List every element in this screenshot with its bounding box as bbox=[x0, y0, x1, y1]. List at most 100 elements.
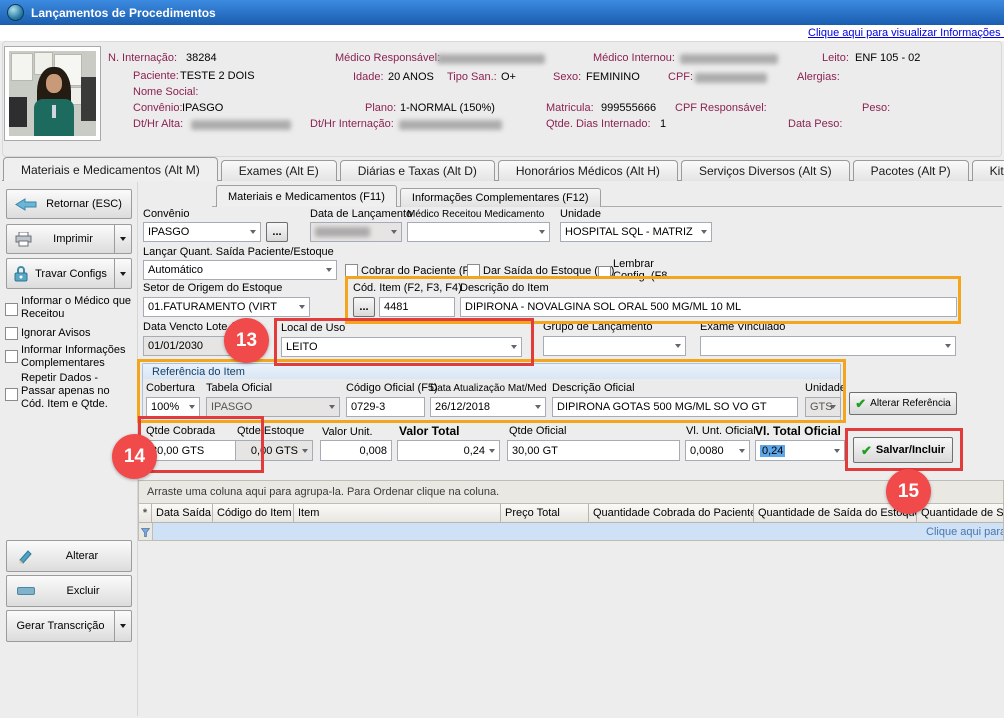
app-icon bbox=[7, 4, 24, 21]
tab-informacoes-f12[interactable]: Informações Complementares (F12) bbox=[400, 188, 601, 207]
chevron-down-icon bbox=[834, 449, 840, 453]
qtde-estoque-select[interactable]: 0,00 GTS bbox=[235, 440, 313, 461]
descricao-oficial-label: Descrição Oficial bbox=[552, 383, 635, 394]
idade-label: Idade: bbox=[353, 72, 384, 83]
gerar-transcricao-button[interactable]: Gerar Transcrição bbox=[6, 610, 132, 642]
retornar-button[interactable]: Retornar (ESC) bbox=[6, 189, 132, 219]
alterar-referencia-button[interactable]: ✔ Alterar Referência bbox=[849, 392, 957, 415]
chevron-down-icon bbox=[120, 272, 126, 276]
vl-unt-oficial-select[interactable]: 0,0080 bbox=[685, 440, 750, 461]
data-atualizacao-label: Data Atualização Mat/Med bbox=[430, 383, 547, 394]
cod-item-label: Cód. Item (F2, F3, F4) bbox=[353, 283, 462, 294]
cod-item-browse-button[interactable]: ... bbox=[353, 297, 375, 317]
data-atualizacao-select[interactable]: 26/12/2018 bbox=[430, 397, 546, 417]
tab-pacotes[interactable]: Pacotes (Alt P) bbox=[853, 160, 969, 181]
filter-funnel-cell[interactable] bbox=[139, 523, 153, 541]
tabela-oficial-select[interactable]: IPASGO bbox=[206, 397, 340, 417]
travar-configs-dropdown[interactable] bbox=[114, 259, 131, 288]
imprimir-button[interactable]: Imprimir bbox=[6, 224, 132, 254]
codigo-oficial-input[interactable]: 0729-3 bbox=[346, 397, 425, 417]
column-data-saida[interactable]: Data Saída bbox=[152, 504, 213, 523]
column-preco-total[interactable]: Preço Total bbox=[501, 504, 589, 523]
travar-configs-button[interactable]: Travar Configs bbox=[6, 258, 132, 289]
column-item[interactable]: Item bbox=[294, 504, 501, 523]
chevron-down-icon bbox=[945, 344, 951, 348]
local-uso-label: Local de Uso bbox=[281, 323, 345, 334]
data-lancamento-select[interactable] bbox=[310, 222, 402, 242]
repetir-dados-checkbox[interactable] bbox=[5, 388, 18, 401]
tipo-san-value: O+ bbox=[501, 72, 516, 83]
column-qtde-sa[interactable]: Quantidade de Sa bbox=[917, 504, 1003, 523]
column-codigo-item[interactable]: Código do Item bbox=[213, 504, 294, 523]
lancar-quant-select[interactable]: Automático bbox=[143, 260, 337, 280]
step-badge-13: 13 bbox=[224, 318, 269, 363]
lembrar-config-checkbox[interactable] bbox=[598, 266, 611, 279]
referencia-unidade-label: Unidade bbox=[805, 383, 846, 394]
nome-social-label: Nome Social: bbox=[133, 87, 198, 98]
tab-exames[interactable]: Exames (Alt E) bbox=[221, 160, 337, 181]
convenio-browse-button[interactable]: ... bbox=[266, 222, 288, 242]
salvar-incluir-button[interactable]: ✔ Salvar/Incluir bbox=[853, 437, 953, 463]
title-bar: Lançamentos de Procedimentos bbox=[0, 0, 1004, 25]
informar-info-label: Informar Informações Complementares bbox=[21, 344, 134, 370]
gerar-transcricao-dropdown[interactable] bbox=[114, 611, 131, 641]
exame-vinculado-select[interactable] bbox=[700, 336, 956, 356]
valor-unit-input[interactable]: 0,008 bbox=[320, 440, 392, 461]
tab-materiais-medicamentos[interactable]: Materiais e Medicamentos (Alt M) bbox=[3, 157, 218, 181]
chevron-down-icon bbox=[535, 405, 541, 409]
top-info-link[interactable]: Clique aqui para visualizar Informações … bbox=[808, 27, 1004, 39]
convenio-header-label: Convênio: bbox=[133, 103, 183, 114]
items-grid: Arraste uma coluna aqui para agrupa-la. … bbox=[138, 480, 1004, 541]
data-lancamento-label: Data de Lançamento bbox=[310, 209, 412, 220]
imprimir-label: Imprimir bbox=[32, 233, 114, 245]
grupo-lancamento-label: Grupo de Lançamento bbox=[543, 322, 652, 333]
referencia-unidade-select[interactable]: GTS bbox=[805, 397, 841, 417]
dar-saida-label: Dar Saída do Estoque (F7) bbox=[483, 266, 614, 277]
alterar-button[interactable]: Alterar bbox=[6, 540, 132, 572]
tab-servicos-diversos[interactable]: Serviços Diversos (Alt S) bbox=[681, 160, 850, 181]
chevron-down-icon bbox=[120, 237, 126, 241]
local-uso-select[interactable]: LEITO bbox=[281, 337, 522, 357]
peso-label: Peso: bbox=[862, 103, 890, 114]
column-qtde-cobrada-paciente[interactable]: Quantidade Cobrada do Paciente bbox=[589, 504, 754, 523]
grupo-lancamento-select[interactable] bbox=[543, 336, 686, 356]
qtde-estoque-label: Qtde Estoque bbox=[237, 426, 304, 437]
setor-origem-select[interactable]: 01.FATURAMENTO (VIRT bbox=[143, 297, 310, 317]
valor-unit-label: Valor Unit. bbox=[322, 427, 373, 438]
chevron-down-icon bbox=[739, 449, 745, 453]
grid-indicator-column: * bbox=[139, 504, 152, 523]
funnel-icon bbox=[141, 528, 150, 537]
unidade-select[interactable]: HOSPITAL SQL - MATRIZ bbox=[560, 222, 712, 242]
dar-saida-checkbox[interactable] bbox=[467, 264, 480, 277]
tab-diarias-taxas[interactable]: Diárias e Taxas (Alt D) bbox=[340, 160, 495, 181]
vl-total-oficial-select[interactable]: 0,24 bbox=[755, 440, 845, 461]
medico-receitou-select[interactable] bbox=[407, 222, 550, 242]
informar-medico-checkbox[interactable] bbox=[5, 303, 18, 316]
tab-kits[interactable]: Kits (Alt K) bbox=[972, 160, 1004, 181]
lancar-quant-label: Lançar Quant. Saída Paciente/Estoque bbox=[143, 247, 334, 258]
sexo-value: FEMININO bbox=[586, 72, 640, 83]
cobertura-select[interactable]: 100% bbox=[146, 397, 200, 417]
exame-vinculado-label: Exame Vinculado bbox=[700, 322, 785, 333]
main-tab-strip: Materiais e Medicamentos (Alt M) Exames … bbox=[3, 158, 1004, 181]
retornar-label: Retornar (ESC) bbox=[37, 198, 131, 210]
informar-info-checkbox[interactable] bbox=[5, 350, 18, 363]
qtde-oficial-label: Qtde Oficial bbox=[509, 426, 566, 437]
valor-total-select[interactable]: 0,24 bbox=[397, 440, 500, 461]
cobrar-paciente-checkbox[interactable] bbox=[345, 264, 358, 277]
cod-item-input[interactable]: 4481 bbox=[379, 297, 455, 317]
referencia-title-strip bbox=[143, 364, 840, 379]
step-badge-14: 14 bbox=[112, 434, 157, 479]
tab-materiais-f11[interactable]: Materiais e Medicamentos (F11) bbox=[216, 185, 397, 207]
descricao-item-input[interactable]: DIPIRONA - NOVALGINA SOL ORAL 500 MG/ML … bbox=[460, 297, 957, 317]
descricao-oficial-input[interactable]: DIPIRONA GOTAS 500 MG/ML SO VO GT bbox=[552, 397, 798, 417]
convenio-select[interactable]: IPASGO bbox=[143, 222, 261, 242]
ignorar-avisos-checkbox[interactable] bbox=[5, 327, 18, 340]
qtde-oficial-input[interactable]: 30,00 GT bbox=[507, 440, 680, 461]
leito-value: ENF 105 - 02 bbox=[855, 53, 920, 64]
imprimir-dropdown[interactable] bbox=[114, 225, 131, 253]
grid-filter-row[interactable]: Clique aqui para bbox=[139, 523, 1003, 541]
excluir-button[interactable]: Excluir bbox=[6, 575, 132, 607]
tab-honorarios-medicos[interactable]: Honorários Médicos (Alt H) bbox=[498, 160, 678, 181]
descricao-item-label: Descrição do Item bbox=[460, 283, 549, 294]
